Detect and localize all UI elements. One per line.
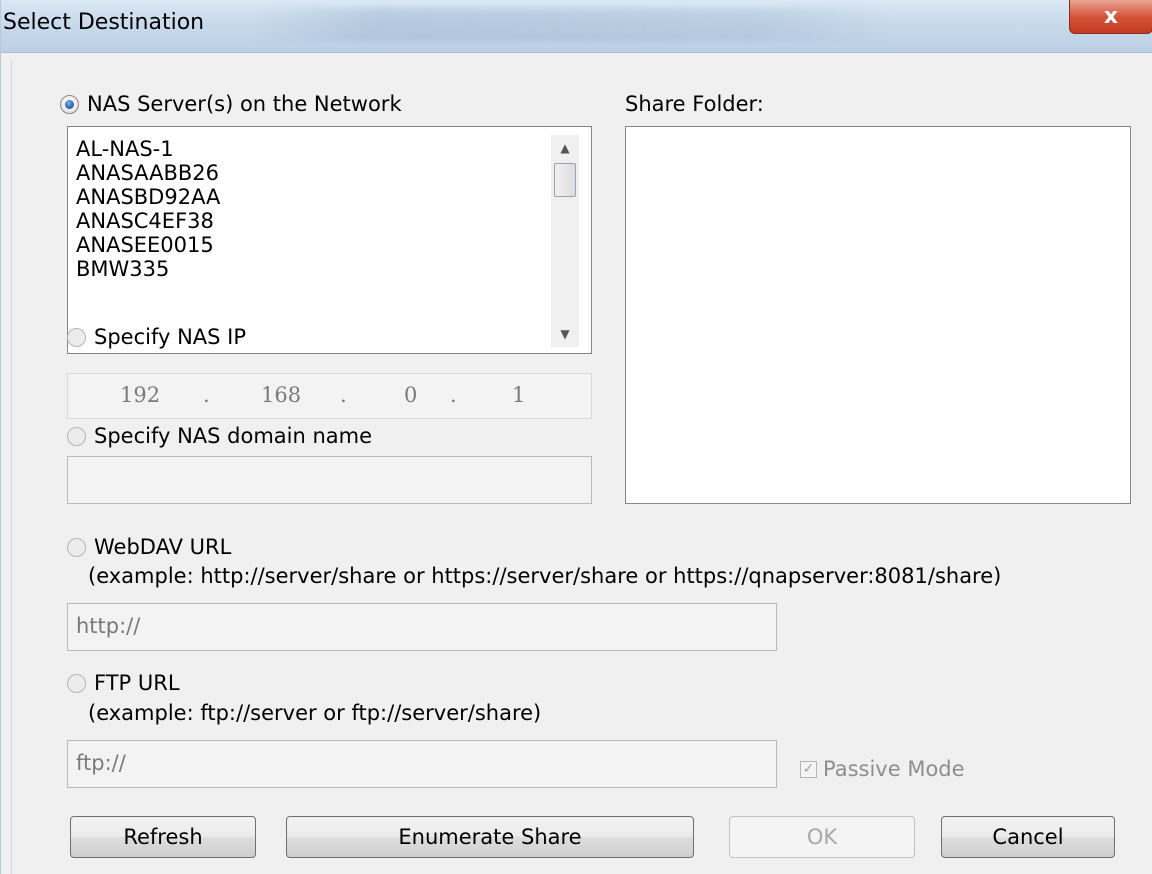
ftp-label: FTP URL — [94, 671, 180, 695]
dialog-content: NAS Server(s) on the Network Share Folde… — [11, 60, 1152, 874]
title-bar: Select Destination x — [1, 0, 1152, 53]
ip-octet-1[interactable]: 192 — [120, 383, 160, 407]
nas-ip-field[interactable]: 192 . 168 . 0 . 1 — [67, 373, 592, 419]
nas-server-items: AL-NAS-1 ANASAABB26 ANASBD92AA ANASC4EF3… — [68, 137, 548, 281]
nas-domain-label: Specify NAS domain name — [94, 424, 373, 448]
list-item[interactable]: AL-NAS-1 — [68, 137, 548, 161]
nas-ip-radio[interactable] — [67, 327, 86, 347]
ftp-url-field[interactable]: ftp:// — [67, 740, 777, 788]
list-item[interactable]: BMW335 — [68, 257, 548, 281]
list-item[interactable]: ANASEE0015 — [68, 233, 548, 257]
passive-mode-row[interactable]: ✓ Passive Mode — [800, 757, 965, 781]
nas-domain-radio-row[interactable]: Specify NAS domain name — [67, 424, 372, 448]
window-title: Select Destination — [3, 10, 205, 35]
ip-dot-1: . — [203, 383, 210, 407]
webdav-url-field[interactable]: http:// — [67, 603, 777, 651]
passive-mode-label: Passive Mode — [823, 757, 965, 781]
title-bar-background-blur — [251, 8, 891, 42]
select-destination-dialog: Select Destination x NAS Server(s) on th… — [0, 0, 1152, 874]
list-item[interactable]: ANASAABB26 — [68, 161, 548, 185]
nas-servers-radio-row[interactable]: NAS Server(s) on the Network — [60, 92, 402, 116]
passive-mode-checkbox[interactable]: ✓ — [800, 760, 817, 778]
close-button[interactable]: x — [1069, 0, 1152, 34]
nas-ip-radio-row[interactable]: Specify NAS IP — [67, 325, 246, 349]
webdav-radio[interactable] — [67, 537, 86, 557]
share-folder-label: Share Folder: — [625, 92, 764, 116]
nas-servers-label: NAS Server(s) on the Network — [87, 92, 402, 116]
cancel-button[interactable]: Cancel — [941, 816, 1115, 858]
list-item[interactable]: ANASC4EF38 — [68, 209, 548, 233]
ip-dot-3: . — [450, 383, 457, 407]
ip-dot-2: . — [340, 383, 347, 407]
webdav-radio-row[interactable]: WebDAV URL — [67, 535, 231, 559]
nas-server-list[interactable]: AL-NAS-1 ANASAABB26 ANASBD92AA ANASC4EF3… — [67, 126, 592, 354]
share-folder-list[interactable] — [625, 126, 1131, 504]
enumerate-share-button[interactable]: Enumerate Share — [286, 816, 694, 858]
webdav-example: (example: http://server/share or https:/… — [88, 564, 1002, 588]
webdav-label: WebDAV URL — [94, 535, 232, 559]
scroll-down-icon[interactable]: ▼ — [551, 321, 579, 347]
list-item[interactable]: ANASBD92AA — [68, 185, 548, 209]
ok-button[interactable]: OK — [729, 816, 915, 858]
ftp-radio[interactable] — [67, 673, 86, 693]
refresh-button[interactable]: Refresh — [70, 816, 256, 858]
scroll-thumb[interactable] — [554, 163, 576, 197]
close-icon: x — [1103, 4, 1119, 29]
scroll-up-icon[interactable]: ▲ — [551, 135, 579, 161]
nas-ip-label: Specify NAS IP — [94, 325, 247, 349]
nas-servers-radio[interactable] — [60, 94, 79, 114]
list-scrollbar[interactable]: ▲ ▼ — [551, 135, 579, 347]
ftp-radio-row[interactable]: FTP URL — [67, 671, 180, 695]
ip-octet-3[interactable]: 0 — [404, 383, 417, 407]
nas-domain-field[interactable] — [67, 456, 592, 504]
ip-octet-4[interactable]: 1 — [512, 383, 525, 407]
ftp-example: (example: ftp://server or ftp://server/s… — [88, 701, 542, 725]
ip-octet-2[interactable]: 168 — [261, 383, 301, 407]
nas-domain-radio[interactable] — [67, 426, 86, 446]
